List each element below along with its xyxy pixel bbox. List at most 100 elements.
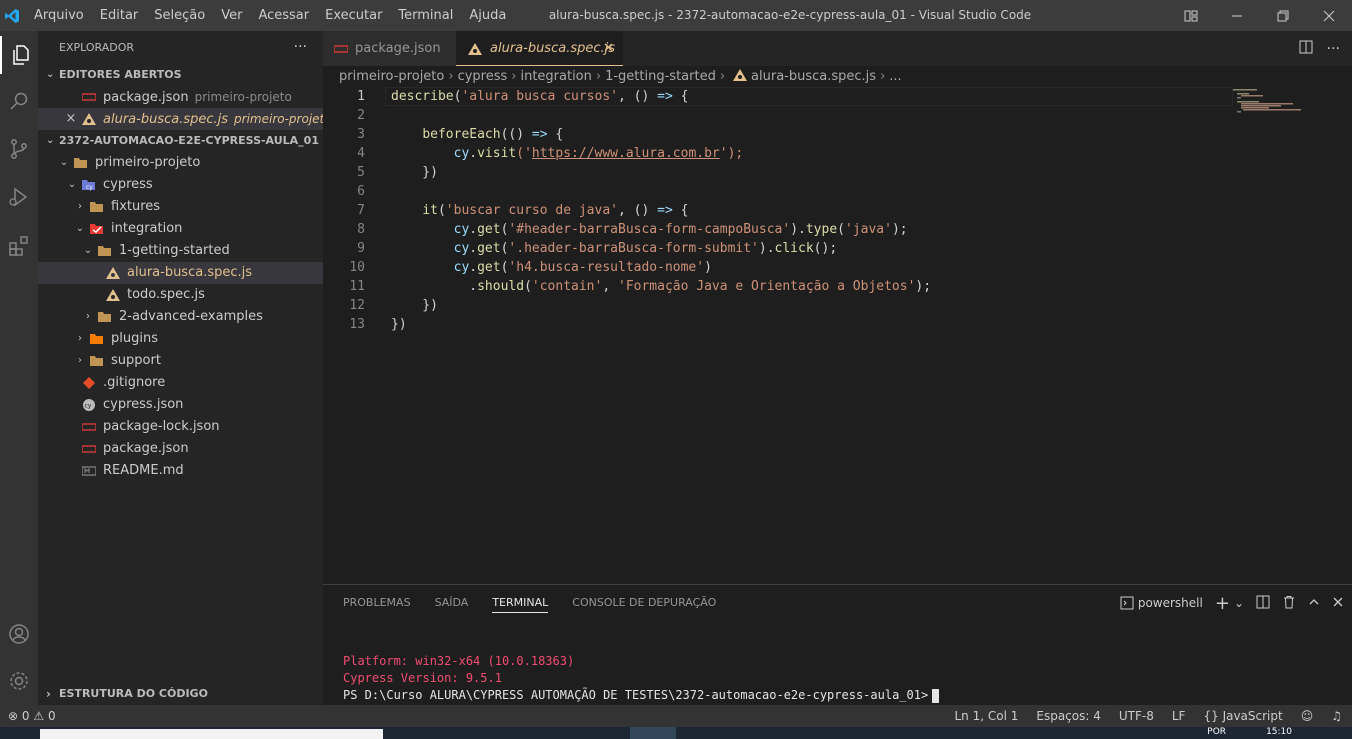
- explorer-header: EXPLORADOR ···: [38, 31, 323, 64]
- menu-executar[interactable]: Executar: [317, 8, 390, 23]
- open-editor-item[interactable]: package.json primeiro-projeto: [38, 86, 323, 108]
- accounts-icon[interactable]: [0, 615, 38, 653]
- breadcrumb-item[interactable]: ...: [889, 69, 901, 84]
- more-actions-icon[interactable]: ···: [294, 31, 307, 64]
- run-debug-icon[interactable]: [0, 178, 38, 216]
- tree-file-package-lock[interactable]: package-lock.json: [38, 416, 323, 438]
- panel-actions: powershell + ⌄: [1120, 585, 1344, 621]
- npm-icon: [82, 423, 96, 431]
- clock[interactable]: 15:10: [1266, 727, 1292, 737]
- tree-folder-integration[interactable]: ⌄ integration: [38, 218, 323, 240]
- tree-folder-1-getting-started[interactable]: ⌄ 1-getting-started: [38, 240, 323, 262]
- line-ending[interactable]: LF: [1172, 705, 1186, 727]
- layout-toggle-icon[interactable]: [1168, 0, 1214, 31]
- url-link[interactable]: https://www.alura.com.br: [532, 146, 720, 161]
- menu-terminal[interactable]: Terminal: [390, 8, 461, 23]
- encoding[interactable]: UTF-8: [1119, 705, 1154, 727]
- minimize-icon[interactable]: [1214, 0, 1260, 31]
- maximize-panel-icon[interactable]: [1308, 596, 1320, 611]
- terminal-shell-selector[interactable]: powershell: [1120, 596, 1203, 610]
- cursor-position[interactable]: Ln 1, Col 1: [955, 705, 1019, 727]
- tree-file-cypress-json[interactable]: cy cypress.json: [38, 394, 323, 416]
- search-icon[interactable]: [0, 83, 38, 121]
- breadcrumb: primeiro-projeto › cypress › integration › 1-g…: [339, 69, 902, 84]
- folder-icon: [90, 202, 103, 212]
- editor-area: package.json alura-busca.spec.js ✕ ··· p…: [323, 31, 1352, 584]
- tree-folder-support[interactable]: › support: [38, 350, 323, 372]
- folder-open-icon: [98, 246, 111, 256]
- breadcrumb-item[interactable]: 1-getting-started: [605, 69, 716, 84]
- tab-terminal[interactable]: TERMINAL: [492, 585, 549, 613]
- tab-output[interactable]: SAÍDA: [435, 585, 469, 621]
- menu-editar[interactable]: Editar: [92, 8, 147, 23]
- new-terminal-plus-icon[interactable]: +: [1215, 593, 1230, 614]
- menu-ver[interactable]: Ver: [213, 8, 250, 23]
- tab-problems[interactable]: PROBLEMAS: [343, 585, 411, 621]
- tree-file-alura-busca[interactable]: alura-busca.spec.js: [38, 262, 323, 284]
- code-editor[interactable]: 1 describe('alura busca cursos', () => { …: [323, 87, 1233, 334]
- tree-folder-plugins[interactable]: › plugins: [38, 328, 323, 350]
- breadcrumb-item[interactable]: integration: [520, 69, 591, 84]
- shell-name: powershell: [1137, 596, 1203, 610]
- menu-acessar[interactable]: Acessar: [250, 8, 317, 23]
- line-number: 7: [357, 203, 365, 218]
- problems-indicator[interactable]: ⊗ 0 ⚠ 0: [8, 705, 56, 727]
- feedback-icon[interactable]: ☺: [1301, 705, 1314, 727]
- explorer-icon[interactable]: [0, 36, 40, 74]
- notifications-bell-icon[interactable]: ♫: [1331, 705, 1342, 727]
- folder-icon: [98, 312, 111, 322]
- breadcrumb-item[interactable]: cypress: [458, 69, 508, 84]
- minimap[interactable]: [1233, 87, 1313, 127]
- tree-folder-primeiro-projeto[interactable]: ⌄ primeiro-projeto: [38, 152, 323, 174]
- editor-actions: ···: [1299, 31, 1340, 66]
- vertical-scrollbar[interactable]: [1338, 87, 1352, 584]
- line-number: 11: [349, 279, 365, 294]
- restore-icon[interactable]: [1260, 0, 1306, 31]
- menu-selecao[interactable]: Seleção: [146, 8, 213, 23]
- tree-file-package-json[interactable]: package.json: [38, 438, 323, 460]
- code-text: beforeEach(() => {: [422, 127, 564, 142]
- code-text: cy.get('#header-barraBusca-form-campoBus…: [453, 222, 908, 237]
- tab-debug-console[interactable]: CONSOLE DE DEPURAÇÃO: [572, 585, 716, 621]
- open-editors-section[interactable]: ⌄ EDITORES ABERTOS: [38, 64, 323, 86]
- extensions-icon[interactable]: [0, 227, 38, 265]
- keyboard-language[interactable]: POR: [1207, 727, 1226, 737]
- outline-section[interactable]: › ESTRUTURA DO CÓDIGO: [38, 683, 323, 705]
- explorer-sidebar: EXPLORADOR ··· ⌄ EDITORES ABERTOS packag…: [38, 31, 323, 705]
- project-section[interactable]: ⌄ 2372-AUTOMACAO-E2E-CYPRESS-AULA_01: [38, 130, 323, 152]
- tab-label: package.json: [355, 41, 441, 56]
- menu-ajuda[interactable]: Ajuda: [461, 8, 514, 23]
- tree-folder-cypress[interactable]: ⌄ cy cypress: [38, 174, 323, 196]
- open-editor-item-active[interactable]: × alura-busca.spec.js primeiro-projeto\cy…: [38, 108, 323, 130]
- more-actions-icon[interactable]: ···: [1327, 41, 1340, 57]
- chevron-down-icon[interactable]: ⌄: [1234, 596, 1244, 610]
- close-panel-icon[interactable]: [1332, 596, 1344, 611]
- chevron-down-icon: ⌄: [67, 179, 77, 190]
- terminal-output[interactable]: Platform: win32-x64 (10.0.18363) Cypress …: [343, 653, 940, 704]
- tree-file-todo-spec[interactable]: todo.spec.js: [38, 284, 323, 306]
- indentation[interactable]: Espaços: 4: [1036, 705, 1101, 727]
- tree-file-readme[interactable]: README.md: [38, 460, 323, 482]
- tree-file-gitignore[interactable]: .gitignore: [38, 372, 323, 394]
- language-mode[interactable]: {} JavaScript: [1203, 705, 1282, 727]
- warning-icon: ⚠: [33, 709, 45, 723]
- close-editor-icon[interactable]: ×: [65, 108, 77, 130]
- breadcrumb-item[interactable]: alura-busca.spec.js: [751, 69, 876, 84]
- tree-folder-2-advanced[interactable]: › 2-advanced-examples: [38, 306, 323, 328]
- chevron-down-icon: ⌄: [59, 157, 69, 168]
- taskbar-active-app[interactable]: [630, 727, 676, 739]
- cypress-spec-icon: [82, 113, 96, 125]
- trash-icon[interactable]: [1282, 595, 1296, 612]
- split-editor-icon[interactable]: [1299, 40, 1313, 58]
- taskbar-search-box[interactable]: [40, 729, 383, 739]
- tab-package-json[interactable]: package.json: [323, 31, 456, 66]
- tab-close-icon[interactable]: ✕: [603, 31, 614, 66]
- breadcrumb-item[interactable]: primeiro-projeto: [339, 69, 444, 84]
- tab-alura-busca-spec[interactable]: alura-busca.spec.js ✕: [456, 31, 623, 66]
- settings-gear-icon[interactable]: [0, 662, 38, 700]
- menu-arquivo[interactable]: Arquivo: [26, 8, 92, 23]
- split-terminal-icon[interactable]: [1256, 595, 1270, 612]
- close-window-icon[interactable]: [1306, 0, 1352, 31]
- source-control-icon[interactable]: [0, 130, 38, 168]
- tree-folder-fixtures[interactable]: › fixtures: [38, 196, 323, 218]
